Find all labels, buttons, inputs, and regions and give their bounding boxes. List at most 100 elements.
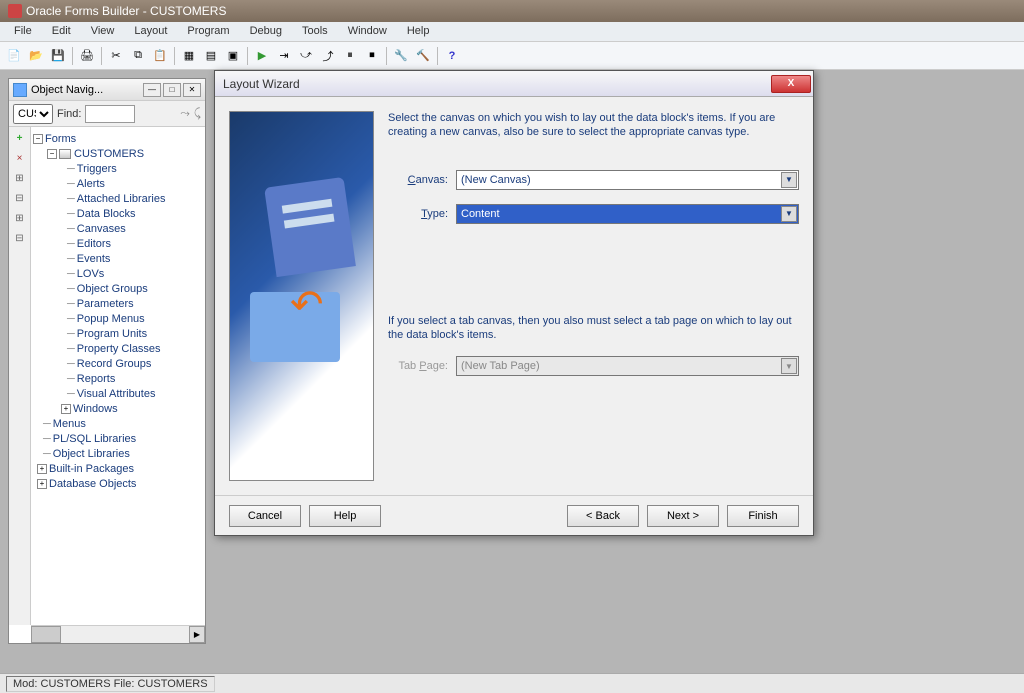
navigator-titlebar[interactable]: Object Navig... — □ ✕ [9, 79, 205, 101]
menu-help[interactable]: Help [397, 22, 440, 41]
chevron-down-icon[interactable]: ▼ [781, 172, 797, 188]
step-into-icon[interactable]: ⇥ [274, 46, 294, 66]
run-icon[interactable]: ▶ [252, 46, 272, 66]
find-next-icon[interactable]: ⤳ [180, 106, 190, 121]
find-input[interactable] [85, 105, 135, 123]
navigator-icon [13, 83, 27, 97]
wizard-illustration [229, 111, 374, 481]
menu-file[interactable]: File [4, 22, 42, 41]
collapse-icon[interactable]: ⊟ [13, 191, 27, 205]
menu-view[interactable]: View [81, 22, 125, 41]
tree-item[interactable]: Canvases [77, 223, 126, 235]
tree-item[interactable]: Alerts [77, 178, 105, 190]
tree-item[interactable]: Editors [77, 238, 111, 250]
pause-icon[interactable]: ⏸ [340, 46, 360, 66]
open-icon[interactable]: 📂 [26, 46, 46, 66]
wizard-title: Layout Wizard [223, 77, 771, 91]
statusbar: Mod: CUSTOMERS File: CUSTOMERS [0, 673, 1024, 693]
tree-item[interactable]: PL/SQL Libraries [53, 433, 136, 445]
tree-item[interactable]: Database Objects [49, 478, 136, 490]
stop-icon[interactable]: ⏹ [362, 46, 382, 66]
wizard-close-button[interactable]: X [771, 75, 811, 93]
tree-item[interactable]: LOVs [77, 268, 105, 280]
expand-icon[interactable]: ⊞ [13, 171, 27, 185]
tree-forms[interactable]: Forms [45, 133, 76, 145]
type-combo[interactable]: Content ▼ [456, 204, 799, 224]
step-over-icon[interactable]: ⤻ [296, 46, 316, 66]
wizard-titlebar[interactable]: Layout Wizard X [215, 71, 813, 97]
menu-tools[interactable]: Tools [292, 22, 338, 41]
menu-debug[interactable]: Debug [240, 22, 292, 41]
tree-item[interactable]: Record Groups [77, 358, 152, 370]
maximize-icon[interactable]: □ [163, 83, 181, 97]
wizard-note: If you select a tab canvas, then you als… [388, 314, 799, 343]
debug1-icon[interactable]: 🔧 [391, 46, 411, 66]
menu-program[interactable]: Program [177, 22, 239, 41]
expand-toggle[interactable]: + [37, 479, 47, 489]
find-prev-icon[interactable]: ⤹ [194, 106, 201, 121]
tree-item[interactable]: Attached Libraries [77, 193, 166, 205]
main-toolbar: 📄 📂 💾 🖨 ✂ ⧉ 📋 ▦ ▤ ▣ ▶ ⇥ ⤻ ⤴ ⏸ ⏹ 🔧 🔨 ? [0, 42, 1024, 70]
tree-item[interactable]: Property Classes [77, 343, 161, 355]
cancel-button[interactable]: Cancel [229, 505, 301, 527]
tree-item[interactable]: Program Units [77, 328, 147, 340]
workspace: Object Navig... — □ ✕ CUS Find: ⤳ ⤹ + × … [0, 70, 1024, 673]
expand-toggle[interactable]: + [37, 464, 47, 474]
delete-icon[interactable]: × [13, 151, 27, 165]
debug2-icon[interactable]: 🔨 [413, 46, 433, 66]
tree-item[interactable]: Reports [77, 373, 116, 385]
wizard-body: Select the canvas on which you wish to l… [215, 97, 813, 495]
expand-toggle[interactable]: − [33, 134, 43, 144]
wizard-icon[interactable]: ▦ [179, 46, 199, 66]
save-icon[interactable]: 💾 [48, 46, 68, 66]
find-label: Find: [57, 108, 81, 120]
help-button[interactable]: Help [309, 505, 381, 527]
scroll-right-icon[interactable]: ▶ [189, 626, 205, 643]
object-navigator: Object Navig... — □ ✕ CUS Find: ⤳ ⤹ + × … [8, 78, 206, 644]
minimize-icon[interactable]: — [143, 83, 161, 97]
tree-item[interactable]: Object Groups [77, 283, 148, 295]
chevron-down-icon: ▼ [781, 358, 797, 374]
layout-icon[interactable]: ▤ [201, 46, 221, 66]
tree-item[interactable]: Triggers [77, 163, 117, 175]
navigator-hscroll[interactable]: ▶ [31, 625, 205, 643]
chevron-down-icon[interactable]: ▼ [781, 206, 797, 222]
block-icon[interactable]: ▣ [223, 46, 243, 66]
tree-module[interactable]: CUSTOMERS [74, 148, 144, 160]
tree-item[interactable]: Events [77, 253, 111, 265]
navigator-tree[interactable]: −Forms −CUSTOMERS ─Triggers ─Alerts ─Att… [31, 127, 205, 625]
copy-icon[interactable]: ⧉ [128, 46, 148, 66]
print-icon[interactable]: 🖨 [77, 46, 97, 66]
close-icon[interactable]: ✕ [183, 83, 201, 97]
navigator-combo[interactable]: CUS [13, 104, 53, 124]
tree-item[interactable]: Built-in Packages [49, 463, 134, 475]
collapse-all-icon[interactable]: ⊟ [13, 231, 27, 245]
paste-icon[interactable]: 📋 [150, 46, 170, 66]
cut-icon[interactable]: ✂ [106, 46, 126, 66]
help-icon[interactable]: ? [442, 46, 462, 66]
tree-item[interactable]: Popup Menus [77, 313, 145, 325]
tree-item[interactable]: Menus [53, 418, 86, 430]
tree-item[interactable]: Visual Attributes [77, 388, 156, 400]
menu-edit[interactable]: Edit [42, 22, 81, 41]
tree-item[interactable]: Parameters [77, 298, 134, 310]
menu-layout[interactable]: Layout [124, 22, 177, 41]
canvas-label: Canvas: [388, 174, 456, 186]
tree-item[interactable]: Data Blocks [77, 208, 136, 220]
create-icon[interactable]: + [13, 131, 27, 145]
canvas-combo[interactable]: (New Canvas) ▼ [456, 170, 799, 190]
new-icon[interactable]: 📄 [4, 46, 24, 66]
back-button[interactable]: < Back [567, 505, 639, 527]
expand-all-icon[interactable]: ⊞ [13, 211, 27, 225]
expand-toggle[interactable]: − [47, 149, 57, 159]
scroll-thumb[interactable] [31, 626, 61, 643]
tabpage-combo: (New Tab Page) ▼ [456, 356, 799, 376]
menu-window[interactable]: Window [338, 22, 397, 41]
wizard-content: Select the canvas on which you wish to l… [388, 111, 799, 481]
tree-item[interactable]: Windows [73, 403, 118, 415]
tree-item[interactable]: Object Libraries [53, 448, 130, 460]
finish-button[interactable]: Finish [727, 505, 799, 527]
next-button[interactable]: Next > [647, 505, 719, 527]
step-out-icon[interactable]: ⤴ [318, 46, 338, 66]
expand-toggle[interactable]: + [61, 404, 71, 414]
